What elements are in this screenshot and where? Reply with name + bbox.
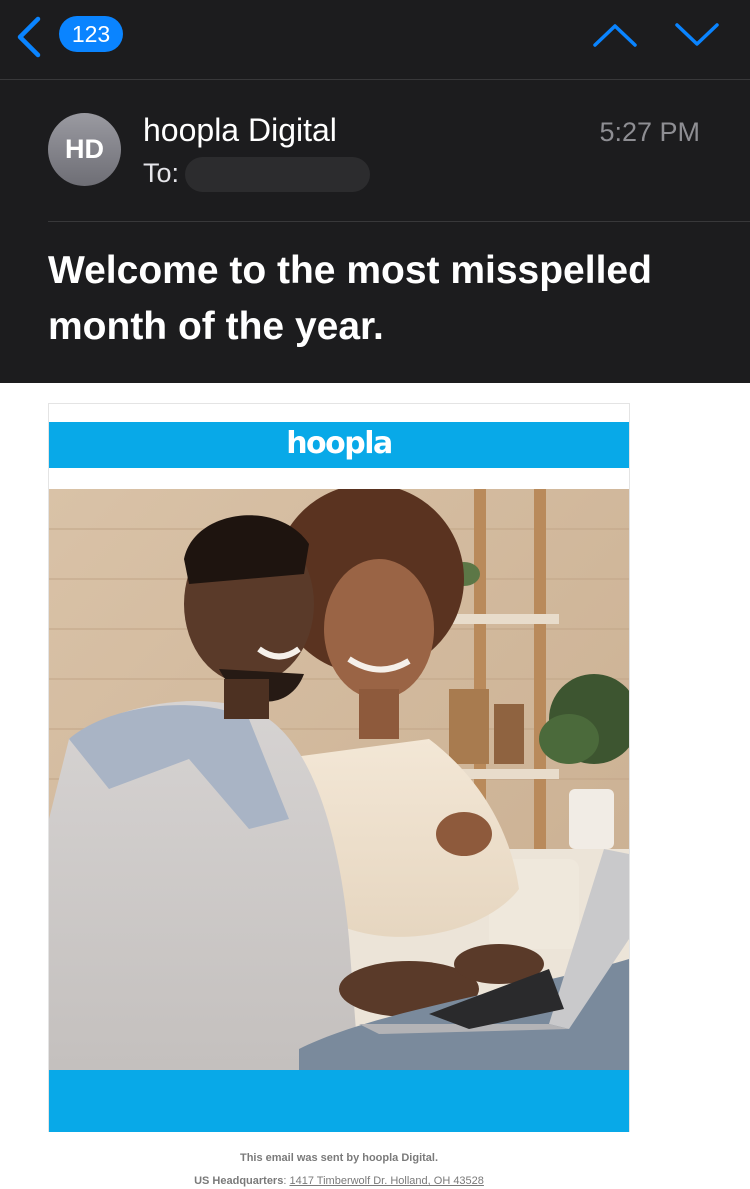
brand-footer-bar (49, 1070, 629, 1132)
headquarters-address-link[interactable]: 1417 Timberwolf Dr. Holland, OH 43528 (289, 1175, 483, 1187)
previous-message-chevron-up-icon[interactable] (592, 20, 638, 50)
recipient-label: To: (143, 158, 180, 188)
email-content: hoopla (48, 403, 630, 1132)
hoopla-logo[interactable]: hoopla (49, 422, 629, 468)
sender-avatar[interactable]: HD (48, 113, 121, 186)
message-subject: Welcome to the most misspelled month of … (48, 249, 652, 348)
brand-header-bar: hoopla (49, 422, 629, 468)
sender-name[interactable]: hoopla Digital (143, 110, 337, 150)
recipient-redacted (185, 157, 370, 192)
navigation-bar: 123 (0, 0, 750, 80)
unread-count-badge[interactable]: 123 (59, 16, 123, 52)
hero-photo-couple-laptop[interactable] (49, 489, 629, 1070)
message-header: HD hoopla Digital To: 5:27 PM Welcome to… (0, 80, 750, 383)
header-divider (48, 221, 750, 222)
sent-by-notice: This email was sent by hoopla Digital. (239, 1152, 439, 1164)
back-chevron-icon[interactable] (14, 16, 44, 58)
next-message-chevron-down-icon[interactable] (674, 20, 720, 50)
headquarters-label: US Headquarters (194, 1175, 284, 1187)
message-time: 5:27 PM (599, 117, 700, 147)
